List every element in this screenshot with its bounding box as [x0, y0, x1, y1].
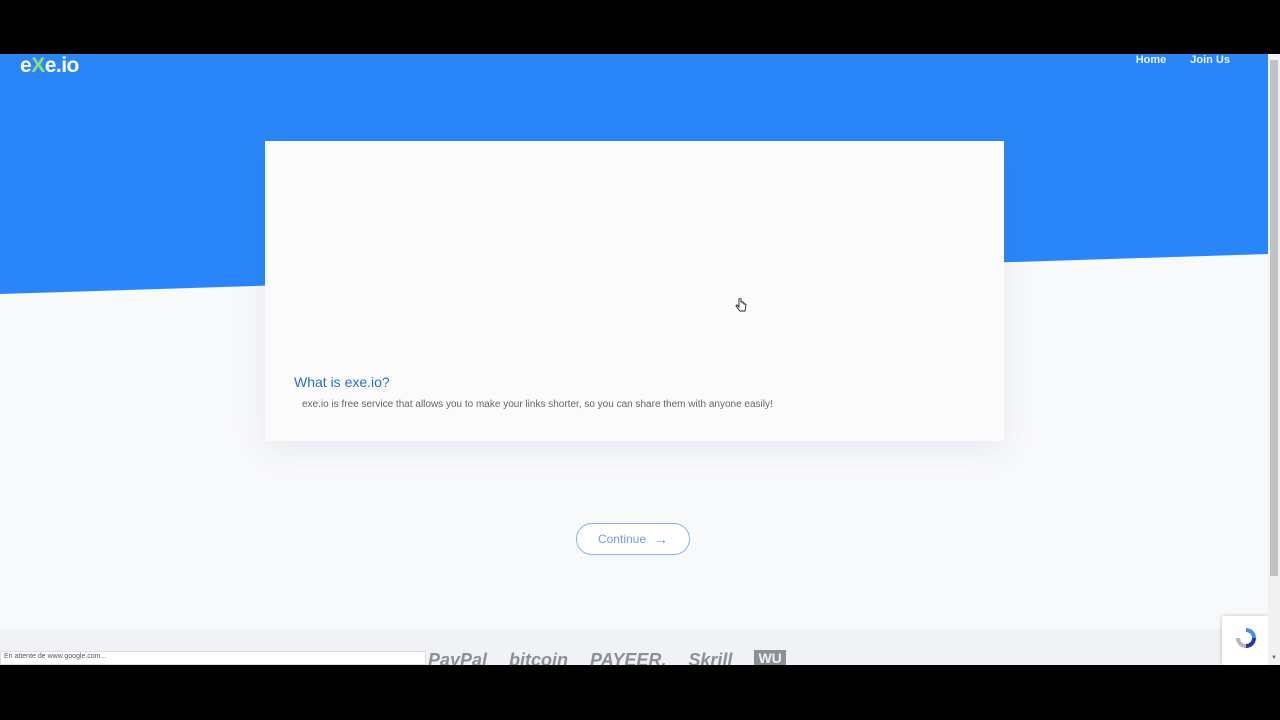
info-card: What is exe.io? exe.io is free service t…	[265, 141, 1004, 441]
scroll-down-arrow-icon[interactable]: ▼	[1270, 655, 1278, 663]
recaptcha-badge[interactable]	[1222, 616, 1268, 665]
bitcoin-logo: bitcoin	[509, 650, 569, 665]
western-union-logo: WU	[754, 650, 786, 665]
browser-viewport: eXe.io Home Join Us What is exe.io? exe.…	[0, 54, 1280, 665]
card-title: What is exe.io?	[294, 374, 390, 390]
scrollbar-thumb[interactable]	[1270, 60, 1278, 576]
page-scrollbar[interactable]: ▼	[1268, 54, 1280, 665]
paypal-logo: PayPal	[428, 650, 488, 665]
browser-status-bar: En attente de www.google.com...	[0, 651, 426, 665]
payeer-logo: PAYEER.	[590, 650, 667, 665]
skrill-logo: Skrill	[688, 650, 733, 665]
card-description: exe.io is free service that allows you t…	[302, 399, 773, 410]
logo-suffix: e.io	[44, 54, 80, 77]
recaptcha-icon	[1236, 628, 1256, 648]
payment-methods: PayPal bitcoin PAYEER. Skrill WU	[428, 650, 786, 665]
nav-join-us-link[interactable]: Join Us	[1190, 54, 1230, 66]
arrow-right-icon: →	[654, 531, 669, 547]
logo-prefix: e	[20, 54, 32, 77]
top-navigation: Home Join Us	[1136, 54, 1230, 66]
continue-button[interactable]: Continue →	[576, 523, 690, 555]
nav-home-link[interactable]: Home	[1136, 54, 1167, 66]
hand-cursor-icon	[735, 298, 747, 312]
site-logo[interactable]: eXe.io	[20, 54, 79, 78]
continue-label: Continue	[597, 532, 647, 546]
logo-x: X	[31, 54, 45, 77]
